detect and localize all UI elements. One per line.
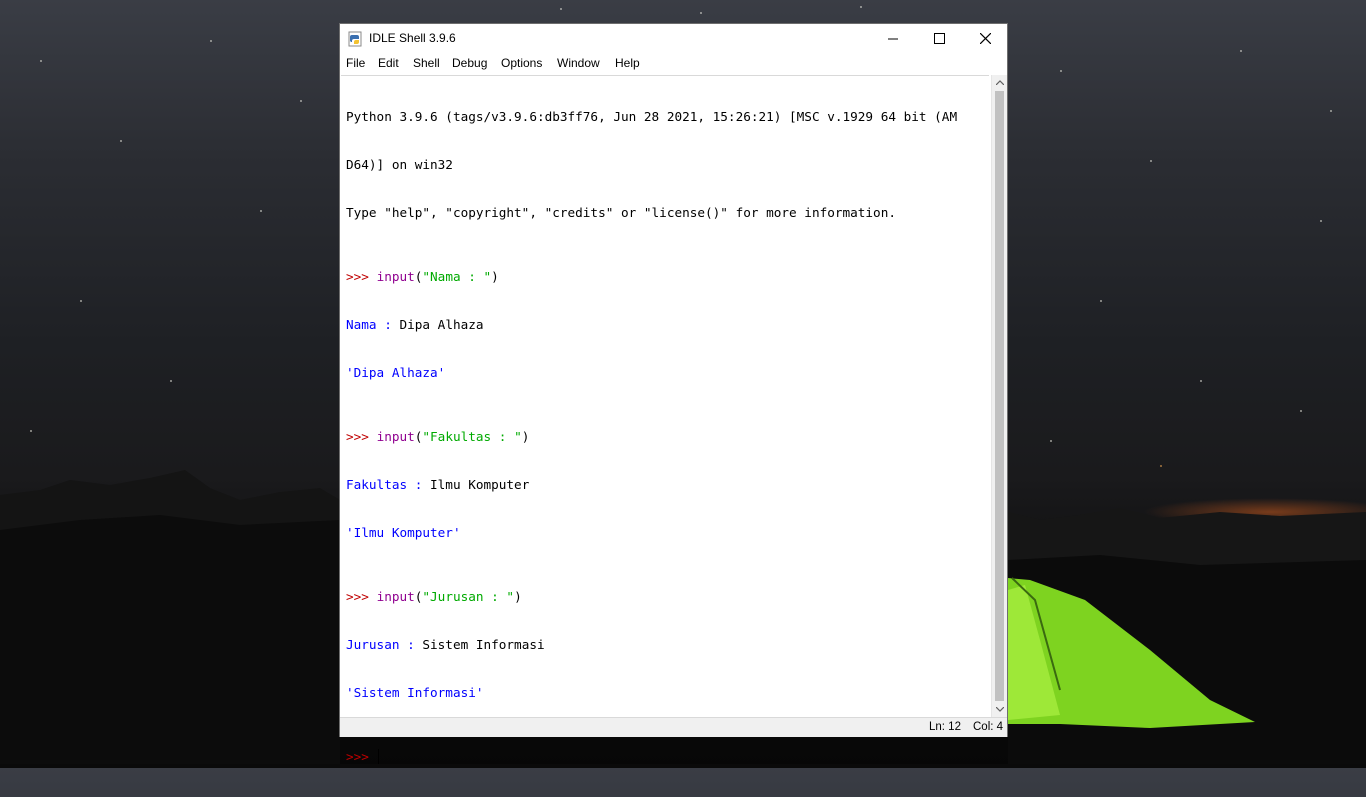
user-input: Ilmu Komputer bbox=[430, 477, 530, 492]
maximize-icon bbox=[933, 33, 945, 44]
result-line: 'Dipa Alhaza' bbox=[346, 365, 446, 380]
line-number-indicator: Ln: 12 bbox=[929, 721, 961, 733]
shell-text-area[interactable]: Python 3.9.6 (tags/v3.9.6:db3ff76, Jun 2… bbox=[341, 75, 989, 764]
python-icon bbox=[348, 31, 362, 47]
close-icon bbox=[979, 33, 991, 44]
user-input: Sistem Informasi bbox=[422, 637, 545, 652]
result-line: 'Ilmu Komputer' bbox=[346, 525, 461, 540]
text-cursor bbox=[377, 749, 379, 764]
vertical-scrollbar[interactable] bbox=[991, 75, 1007, 717]
paren-close: ) bbox=[521, 429, 530, 444]
menu-file[interactable]: File bbox=[346, 56, 365, 70]
paren-close: ) bbox=[491, 269, 499, 284]
minimize-button[interactable] bbox=[870, 24, 916, 53]
taskbar-edge bbox=[0, 764, 1366, 768]
menu-help[interactable]: Help bbox=[615, 56, 640, 70]
shell-prompt: >>> bbox=[346, 589, 377, 604]
shell-prompt: >>> bbox=[346, 269, 377, 284]
input-line: Fakultas : Ilmu Komputer bbox=[346, 477, 957, 493]
scroll-down-arrow-icon bbox=[995, 707, 1004, 712]
input-prompt-label: Nama : bbox=[346, 317, 400, 332]
menu-debug[interactable]: Debug bbox=[452, 56, 487, 70]
input-line: Jurusan : Sistem Informasi bbox=[346, 637, 957, 653]
builtin-name: input bbox=[376, 429, 415, 444]
title-bar[interactable]: IDLE Shell 3.9.6 bbox=[340, 24, 1007, 53]
close-button[interactable] bbox=[962, 24, 1008, 53]
string-literal: "Fakultas : " bbox=[422, 429, 522, 444]
banner-line: Python 3.9.6 (tags/v3.9.6:db3ff76, Jun 2… bbox=[346, 109, 958, 124]
shell-prompt: >>> bbox=[346, 429, 377, 444]
string-literal: "Jurusan : " bbox=[422, 589, 515, 604]
scroll-thumb[interactable] bbox=[995, 91, 1004, 701]
string-literal: "Nama : " bbox=[422, 269, 492, 284]
window-title: IDLE Shell 3.9.6 bbox=[369, 31, 456, 45]
command-line: >>> input("Jurusan : ") bbox=[346, 589, 957, 605]
input-line: Nama : Dipa Alhaza bbox=[346, 317, 957, 333]
command-line: >>> input("Nama : ") bbox=[346, 269, 957, 285]
menu-options[interactable]: Options bbox=[501, 56, 542, 70]
command-line: >>> input("Fakultas : ") bbox=[346, 429, 957, 445]
result-line: 'Sistem Informasi' bbox=[346, 685, 484, 700]
shell-prompt: >>> bbox=[346, 749, 377, 764]
column-number-indicator: Col: 4 bbox=[973, 721, 1004, 733]
builtin-name: input bbox=[376, 589, 415, 604]
menu-bar: File Edit Shell Debug Options Window Hel… bbox=[340, 53, 1007, 73]
minimize-icon bbox=[888, 38, 898, 39]
menu-window[interactable]: Window bbox=[557, 56, 600, 70]
paren-close: ) bbox=[514, 589, 522, 604]
shell-output: Python 3.9.6 (tags/v3.9.6:db3ff76, Jun 2… bbox=[346, 77, 957, 797]
input-prompt-label: Jurusan : bbox=[346, 637, 423, 652]
idle-shell-window: IDLE Shell 3.9.6 File Edit Shell Debug O… bbox=[339, 23, 1008, 764]
scroll-up-arrow-icon bbox=[995, 80, 1004, 85]
input-prompt-label: Fakultas : bbox=[346, 477, 431, 492]
builtin-name: input bbox=[376, 269, 415, 284]
maximize-button[interactable] bbox=[916, 24, 962, 53]
menu-edit[interactable]: Edit bbox=[378, 56, 399, 70]
scroll-up-button[interactable] bbox=[992, 75, 1007, 90]
banner-line: D64)] on win32 bbox=[346, 157, 453, 172]
status-bar: Ln: 12 Col: 4 bbox=[340, 717, 1007, 737]
active-prompt-line[interactable]: >>> bbox=[346, 749, 957, 765]
banner-line: Type "help", "copyright", "credits" or "… bbox=[346, 205, 896, 220]
menu-shell[interactable]: Shell bbox=[413, 56, 440, 70]
scroll-down-button[interactable] bbox=[992, 702, 1007, 717]
user-input: Dipa Alhaza bbox=[399, 317, 484, 332]
